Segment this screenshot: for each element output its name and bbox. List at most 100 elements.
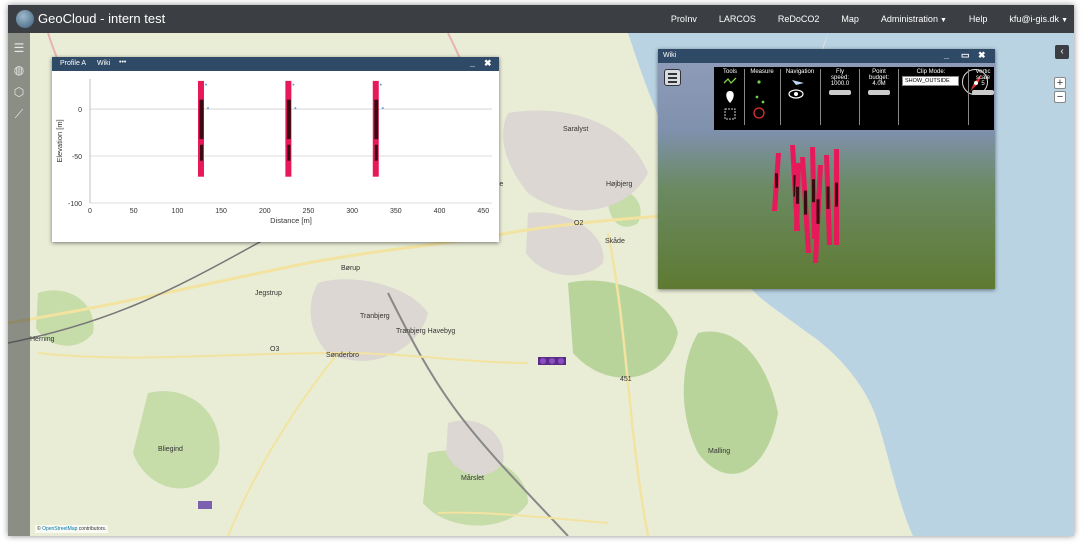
y-axis-label: Elevation [m] [55,119,64,162]
nav-item-kfu-i-gis-dk[interactable]: kfu@i-gis.dk ▼ [1009,14,1068,24]
nav-menu: ProInv LARCOS ReDoCO2 Map Administration ▼ Hel… [649,5,1068,33]
borehole-3d-layer [835,182,838,207]
maximize-button[interactable]: ▭ [961,50,970,61]
cube-icon[interactable]: ⬡ [12,85,26,99]
zoom-in-button[interactable]: + [1054,77,1066,89]
x-tick-label: 400 [434,208,446,215]
profile-wiki-tab[interactable]: Wiki [97,60,110,67]
y-tick-label: -100 [68,201,82,208]
borehole-point [379,83,382,86]
borehole-point [206,107,209,110]
logo-icon [16,10,34,28]
x-axis-label: Distance [m] [270,216,312,225]
nav-item-label: LARCOS [718,14,756,24]
nav-item-help[interactable]: Help [969,14,988,24]
profile-chart[interactable]: 0 -50 -100 0 50 100 150 200 250 300 350 400 450 Dista… [52,71,499,242]
profile-title: Profile A [60,60,87,67]
x-tick-label: 450 [477,208,489,215]
place-label: Malling [708,448,730,455]
zoom-out-button[interactable]: − [1054,91,1066,103]
app-title: GeoCloud - intern test [38,11,166,26]
borehole-3d-layer [812,179,815,203]
wiki-window-header[interactable]: Wiki _ ▭ ✖ [658,49,995,63]
borehole-3d-layer [826,186,830,209]
app-window: SaralystHøjbjergHolmeSkådeBørupJegstrupT… [8,5,1074,536]
place-label: Herning [30,336,55,343]
nav-item-larcos[interactable]: LARCOS [719,14,756,24]
borehole-layer [199,144,203,161]
osm-link[interactable]: OpenStreetMap [42,526,77,532]
place-label: Bliegind [158,446,183,453]
profile-window: Profile A Wiki ••• _ ✖ 0 -50 -100 0 50 100 150… [52,57,499,242]
minimize-button[interactable]: _ [944,50,949,60]
nav-item-label: ProInv [670,14,697,24]
map-attribution: © OpenStreetMap contributors. [35,525,109,533]
y-tick-label: -50 [72,154,82,161]
attribution-suffix: contributors. [77,526,107,532]
profile-menu-icon[interactable]: ••• [119,59,126,66]
x-tick-label: 300 [346,208,358,215]
place-label: 451 [620,376,632,383]
borehole-layer [374,144,378,161]
nav-item-redoco2[interactable]: ReDoCO2 [778,14,820,24]
borehole-3d-layer [796,186,799,204]
nav-item-label: ReDoCO2 [777,14,820,24]
place-label: Tranbjerg [360,313,390,320]
nav-item-label: Help [968,14,988,24]
borehole-3d-view [772,145,839,263]
borehole-layer [286,99,291,140]
place-label: Mårslet [461,474,484,482]
x-tick-label: 250 [303,208,315,215]
place-label: O3 [270,346,279,353]
collapse-panel-button[interactable]: ‹ [1055,45,1069,59]
top-navbar: GeoCloud - intern test ProInv LARCOS ReDoC… [8,5,1074,33]
borehole-3d-layer [804,190,807,215]
borehole-3d-layer [816,199,820,224]
place-label: Tranbjerg Havebyg [396,328,455,335]
chevron-down-icon: ▼ [939,17,947,24]
place-label: Skåde [605,237,625,245]
nav-item-proinv[interactable]: ProInv [671,14,697,24]
close-button[interactable]: ✖ [484,58,492,69]
place-label: Jegstrup [255,290,282,297]
x-tick-label: 200 [259,208,271,215]
chevron-down-icon: ▼ [1061,17,1068,24]
layers-icon[interactable]: ☰ [12,41,26,55]
nav-item-label: Map [841,14,859,24]
place-label: Sønderbro [326,352,359,359]
place-label: Højbjerg [606,181,633,188]
chart-icon[interactable]: ⟋ [12,107,26,121]
x-tick-label: 50 [130,208,138,215]
borehole-3d-layer [775,173,778,188]
borehole-point [292,83,295,86]
borehole-layer [199,99,204,140]
x-tick-label: 100 [172,208,184,215]
borehole-layer [374,99,379,140]
nav-item-map[interactable]: Map [841,14,859,24]
place-label: Børup [341,265,360,272]
borehole-point [204,83,207,86]
x-tick-label: 150 [215,208,227,215]
globe-icon[interactable]: ◍ [12,63,26,77]
nav-item-administration[interactable]: Administration ▼ [881,14,947,24]
wiki-title: Wiki [663,52,677,59]
location-marker[interactable] [198,501,212,509]
borehole-marker[interactable] [538,357,566,365]
place-label: Saralyst [563,126,588,133]
zoom-control: + − [1054,77,1067,105]
x-tick-label: 0 [88,208,92,215]
3d-viewer[interactable]: Tools Measure Navigation Fly speed: 1000… [658,63,995,289]
nav-item-label: Administration [880,14,938,24]
place-label: O2 [574,220,583,227]
wiki-3d-window: Wiki _ ▭ ✖ Tools Measure Navigation Fly … [658,49,995,289]
borehole-point [294,107,297,110]
y-tick-label: 0 [78,107,82,114]
borehole-layer [287,144,291,161]
close-button[interactable]: ✖ [978,50,986,61]
left-toolbar: ☰ ◍ ⬡ ⟋ [8,33,30,536]
x-tick-label: 350 [390,208,402,215]
profile-window-header[interactable]: Profile A Wiki ••• _ ✖ [52,57,499,71]
borehole-point [381,107,384,110]
minimize-button[interactable]: _ [470,58,475,68]
nav-item-label: kfu@i-gis.dk [1009,14,1060,24]
